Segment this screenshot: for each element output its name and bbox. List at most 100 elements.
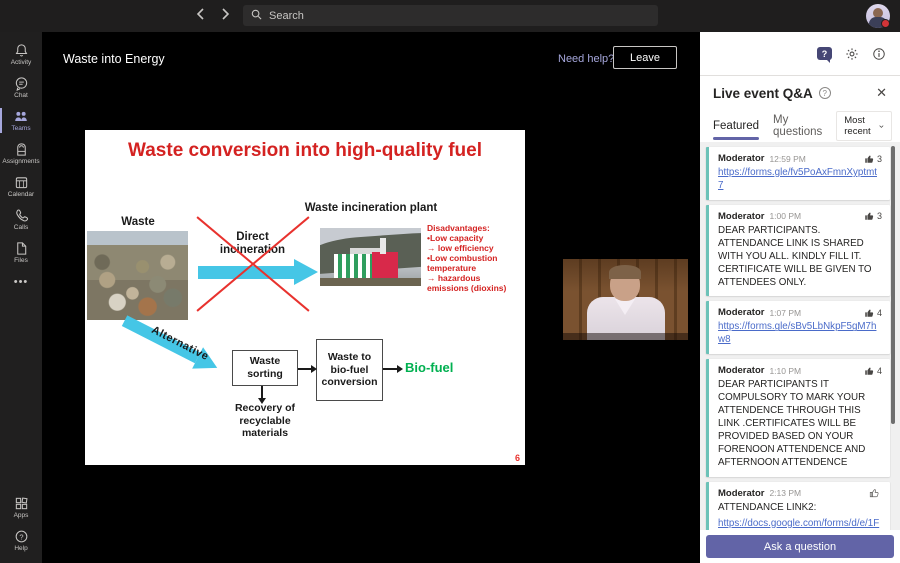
qa-title: Live event Q&A: [713, 85, 813, 101]
sidebar-item-assignments[interactable]: Assignments: [0, 137, 42, 170]
waste-pile-photo: [87, 231, 188, 320]
title-bar: Search: [0, 0, 900, 32]
sidebar-item-help[interactable]: ? Help: [0, 524, 42, 557]
presenter-video-tile[interactable]: [563, 259, 688, 340]
meeting-title: Waste into Energy: [63, 52, 165, 66]
forward-arrow-icon[interactable]: [221, 7, 230, 21]
like-button[interactable]: [869, 488, 882, 498]
incineration-plant-photo: [320, 228, 421, 286]
message-text: DEAR PARTICIPANTS. ATTENDANCE LINK IS SH…: [718, 224, 872, 288]
close-panel-icon[interactable]: ✕: [876, 85, 887, 101]
message-author: Moderator: [718, 307, 765, 319]
like-count: 3: [876, 211, 882, 222]
like-button[interactable]: 3: [864, 154, 882, 164]
sidebar-item-teams[interactable]: Teams: [0, 104, 42, 137]
search-placeholder: Search: [269, 9, 304, 22]
flow-arrow: [298, 365, 317, 372]
sidebar-item-apps[interactable]: Apps: [0, 491, 42, 524]
qa-help-icon[interactable]: ?: [818, 87, 831, 99]
backpack-icon: [14, 142, 29, 157]
message-time: 1:07 PM: [769, 307, 802, 318]
search-icon: [251, 7, 262, 25]
waste-label: Waste: [121, 216, 155, 228]
qa-footer: Ask a question: [700, 530, 900, 563]
message-author: Moderator: [718, 365, 765, 377]
qa-message: Moderator 12:59 PM 3 https://forms.gle/f…: [706, 147, 890, 200]
sidebar-item-activity[interactable]: Activity: [0, 38, 42, 71]
sidebar-item-calls[interactable]: Calls: [0, 203, 42, 236]
message-link[interactable]: https://forms.gle/fv5PoAxFmnXyptmt7: [718, 167, 882, 193]
flow-arrow: [383, 365, 403, 372]
like-count: 4: [876, 365, 882, 376]
sort-dropdown[interactable]: Most recent: [836, 111, 892, 141]
chevron-down-icon: [879, 124, 884, 128]
like-count: 3: [876, 153, 882, 164]
slide-page-number: 6: [514, 453, 520, 463]
plant-label: Waste incineration plant: [304, 202, 438, 214]
recovery-label: Recovery of recyclable materials: [234, 402, 296, 440]
chat-icon: [14, 76, 29, 91]
qa-panel: ? Live event Q&A ? ✕ Featured My questio…: [700, 32, 900, 563]
flow-arrow: [258, 386, 265, 404]
qa-message: Moderator 1:07 PM 4 https://forms.gle/sB…: [706, 301, 890, 355]
message-time: 12:59 PM: [769, 153, 806, 164]
leave-button[interactable]: Leave: [613, 46, 677, 69]
calendar-icon: [14, 175, 29, 190]
qa-app-icon[interactable]: ?: [817, 47, 832, 63]
qa-header: Live event Q&A ? ✕: [700, 76, 900, 110]
message-time: 1:00 PM: [769, 211, 802, 222]
biofuel-label: Bio-fuel: [405, 360, 454, 375]
file-icon: [14, 241, 29, 256]
like-button[interactable]: 4: [864, 308, 882, 318]
svg-text:?: ?: [19, 532, 23, 541]
video-shadow: [563, 333, 688, 340]
message-text: ATTENDANCE LINK2:: [718, 501, 817, 513]
message-time: 1:10 PM: [769, 365, 802, 376]
app-sidebar: Activity Chat Teams Assignments Calendar: [0, 32, 42, 563]
apps-grid-icon: [14, 496, 29, 511]
info-icon[interactable]: [872, 47, 886, 61]
like-count: 4: [876, 307, 882, 318]
message-text: DEAR PARTICIPANTS IT COMPULSORY TO MARK …: [718, 379, 866, 468]
teams-app-window: Search Activity Chat Teams Assignments C…: [0, 0, 900, 563]
search-input[interactable]: Search: [243, 5, 658, 26]
tab-my-questions[interactable]: My questions: [773, 110, 822, 142]
message-link[interactable]: https://forms.gle/sBv5LbNkpF5gM7hw8: [718, 321, 882, 347]
thumbs-up-icon: [865, 309, 874, 317]
conversion-box: Waste to bio-fuel conversion: [316, 339, 383, 401]
like-button[interactable]: 3: [864, 211, 882, 221]
bell-icon: [14, 43, 29, 58]
tab-featured[interactable]: Featured: [713, 110, 760, 142]
qa-message-list: Moderator 12:59 PM 3 https://forms.gle/f…: [700, 142, 900, 530]
message-link[interactable]: https://docs.google.com/forms/d/e/1FAIpQ…: [718, 518, 882, 530]
panel-icon-row: ?: [700, 32, 900, 76]
ask-question-button[interactable]: Ask a question: [706, 535, 894, 558]
need-help-link[interactable]: Need help?: [558, 53, 614, 65]
disadvantages-text: Disadvantages: •Low capacity → low effic…: [427, 223, 507, 294]
qa-message: Moderator 1:00 PM 3 DEAR PARTICIPANTS. A…: [706, 204, 890, 297]
scrollbar[interactable]: [891, 146, 895, 424]
sidebar-item-chat[interactable]: Chat: [0, 71, 42, 104]
qa-message: Moderator 2:13 PM ATTENDANCE LINK2: http…: [706, 481, 890, 530]
slide-title: Waste conversion into high-quality fuel: [128, 140, 482, 161]
busy-status-dot: [881, 19, 890, 28]
back-arrow-icon[interactable]: [196, 7, 205, 21]
sidebar-item-calendar[interactable]: Calendar: [0, 170, 42, 203]
presenter-hair: [609, 265, 641, 279]
sidebar-more-button[interactable]: •••: [0, 269, 42, 295]
like-button[interactable]: 4: [864, 366, 882, 376]
message-author: Moderator: [718, 210, 765, 222]
message-author: Moderator: [718, 153, 765, 164]
presentation-slide: Waste conversion into high-quality fuel …: [85, 130, 525, 465]
message-author: Moderator: [718, 487, 765, 499]
teams-people-icon: [13, 109, 29, 124]
phone-icon: [14, 208, 29, 223]
message-time: 2:13 PM: [769, 488, 802, 499]
sidebar-item-files[interactable]: Files: [0, 236, 42, 269]
thumbs-up-icon: [865, 155, 874, 163]
qa-tabs: Featured My questions Most recent: [700, 110, 900, 142]
qa-message: Moderator 1:10 PM 4 DEAR PARTICIPANTS IT…: [706, 359, 890, 477]
thumbs-up-icon: [869, 489, 879, 498]
waste-sorting-box: Waste sorting: [232, 350, 298, 386]
settings-gear-icon[interactable]: [845, 47, 859, 61]
